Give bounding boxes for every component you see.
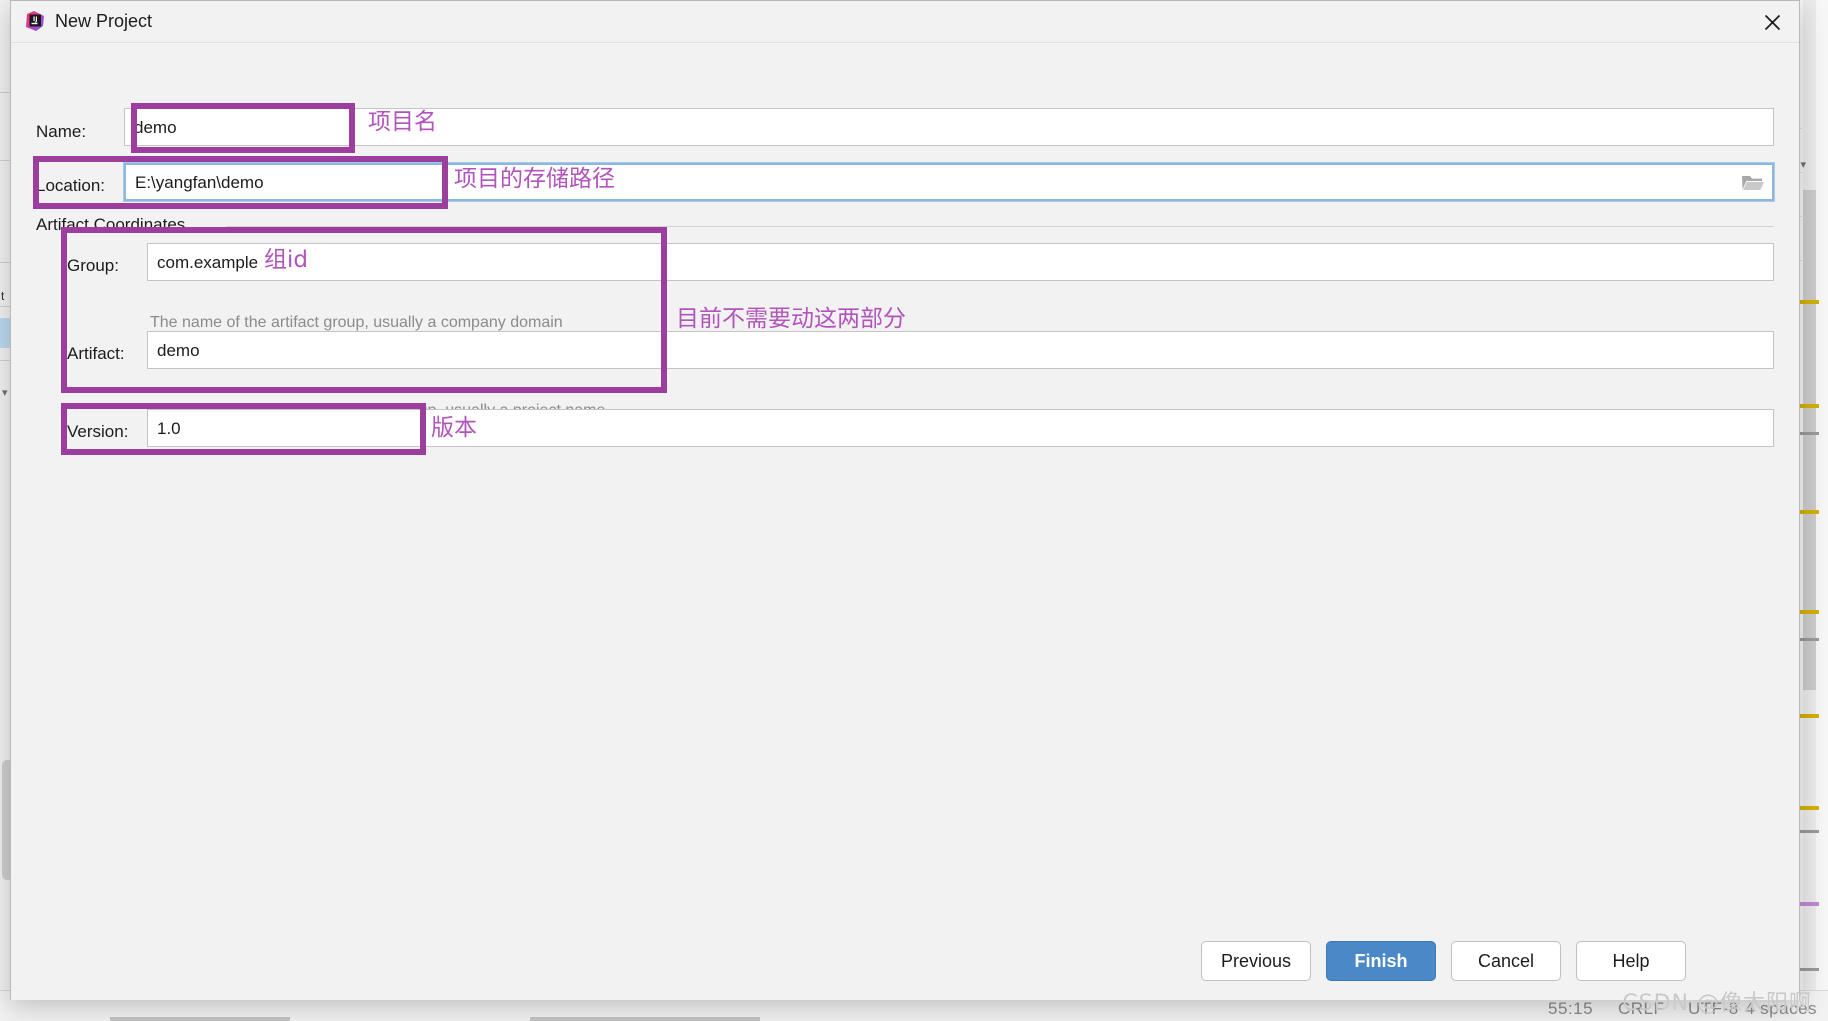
dialog-footer: Previous Finish Cancel Help [11, 921, 1799, 1000]
location-label: Location: [36, 176, 105, 195]
section-divider [226, 226, 1774, 227]
csdn-watermark: CSDN @像太阳啊 [1622, 991, 1812, 1016]
folder-open-icon[interactable] [1740, 171, 1766, 193]
ide-right-chevron-icon[interactable]: ▾ [1800, 160, 1806, 171]
dialog-content: Name: demo Location: E:\yangfan\demo Art… [11, 43, 1799, 921]
ide-code-glyph: t [1, 289, 5, 303]
new-project-dialog: IJ New Project Name: demo Location: E:\y… [10, 0, 1800, 1000]
previous-button[interactable]: Previous [1201, 941, 1311, 981]
screen: t ▾ ▾ 55:15 CRLF UTF-8 4 spaces IJ New P… [0, 0, 1828, 1021]
annotation-label-version: 版本 [431, 415, 477, 441]
ide-right-scrollbar-thumb[interactable] [1803, 190, 1816, 690]
ide-status-caret-position[interactable]: 55:15 [1548, 999, 1593, 1019]
annotation-label-location: 项目的存储路径 [454, 166, 615, 192]
version-input[interactable]: 1.0 [147, 409, 1774, 447]
version-label: Version: [67, 422, 129, 441]
group-hint: The name of the artifact group, usually … [150, 314, 563, 331]
svg-text:IJ: IJ [33, 16, 38, 23]
close-icon[interactable] [1757, 7, 1787, 37]
dialog-titlebar: IJ New Project [11, 1, 1799, 43]
group-input[interactable]: com.example [147, 243, 1774, 281]
annotation-label-coordinates: 目前不需要动这两部分 [676, 306, 906, 332]
annotation-label-name: 项目名 [368, 109, 437, 135]
help-button[interactable]: Help [1576, 941, 1686, 981]
artifact-coordinates-section-title: Artifact Coordinates [36, 215, 194, 235]
artifact-input[interactable]: demo [147, 331, 1774, 369]
dialog-title: New Project [55, 11, 153, 31]
ide-collapse-chevron[interactable]: ▾ [2, 388, 8, 399]
location-input[interactable]: E:\yangfan\demo [123, 162, 1775, 202]
name-label: Name: [36, 122, 87, 141]
cancel-button[interactable]: Cancel [1451, 941, 1561, 981]
location-input-value: E:\yangfan\demo [135, 172, 264, 192]
intellij-idea-logo-icon: IJ [24, 10, 46, 32]
annotation-label-group: 组id [264, 247, 308, 273]
artifact-label: Artifact: [67, 344, 125, 363]
finish-button[interactable]: Finish [1326, 941, 1436, 981]
group-label: Group: [67, 256, 119, 275]
